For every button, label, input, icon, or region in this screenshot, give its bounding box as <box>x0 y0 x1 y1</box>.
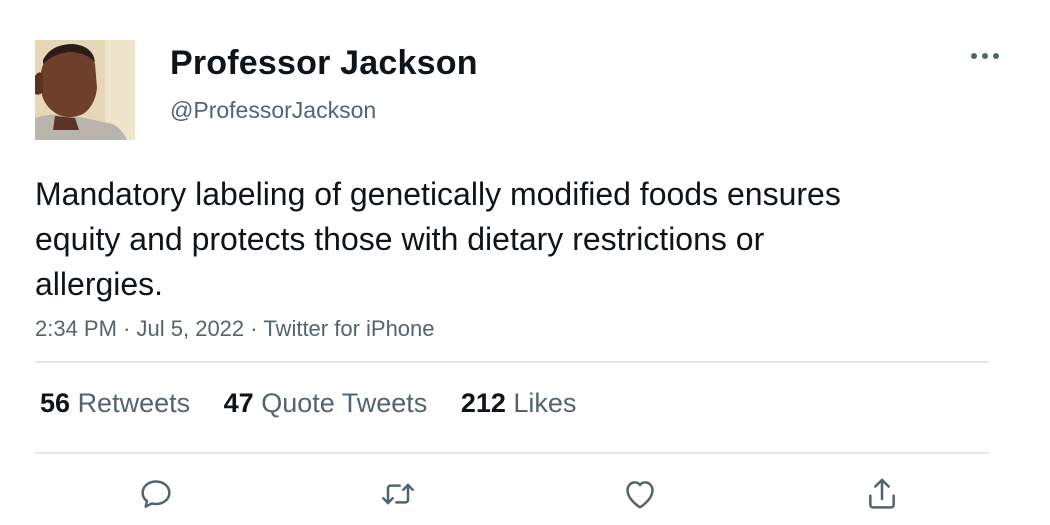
quote-tweets-stat[interactable]: 47 Quote Tweets <box>224 388 428 419</box>
likes-stat[interactable]: 212 Likes <box>461 388 577 419</box>
divider-bottom <box>35 452 989 454</box>
tweet-time[interactable]: 2:34 PM <box>35 316 117 341</box>
avatar[interactable] <box>35 40 135 140</box>
tweet-date[interactable]: Jul 5, 2022 <box>137 316 245 341</box>
more-horizontal-icon <box>971 53 999 59</box>
retweet-icon <box>382 483 414 505</box>
tweet-text: Mandatory labeling of genetically modifi… <box>35 176 841 302</box>
author-handle[interactable]: @ProfessorJackson <box>170 97 376 124</box>
share-icon <box>869 478 895 509</box>
retweet-button[interactable] <box>376 472 420 516</box>
author-display-name[interactable]: Professor Jackson <box>170 44 478 83</box>
divider-top <box>35 361 989 363</box>
share-button[interactable] <box>860 472 904 516</box>
like-button[interactable] <box>618 472 662 516</box>
retweets-count: 56 <box>40 388 71 418</box>
tweet-meta: 2:34 PM · Jul 5, 2022 · Twitter for iPho… <box>35 316 435 342</box>
heart-icon <box>626 481 654 509</box>
retweets-stat[interactable]: 56 Retweets <box>40 388 190 419</box>
reply-icon <box>141 480 171 508</box>
likes-label: Likes <box>513 388 577 418</box>
avatar-photo <box>35 40 135 140</box>
quote-tweets-label: Quote Tweets <box>261 388 428 418</box>
reply-button[interactable] <box>134 472 178 516</box>
meta-separator: · <box>123 316 131 341</box>
more-options-button[interactable] <box>968 44 1002 68</box>
tweet-stats: 56 Retweets 47 Quote Tweets 212 Likes <box>40 388 602 419</box>
likes-count: 212 <box>460 388 506 418</box>
meta-separator: · <box>250 316 258 341</box>
tweet-source[interactable]: Twitter for iPhone <box>263 316 434 341</box>
retweets-label: Retweets <box>77 388 191 418</box>
quote-tweets-count: 47 <box>223 388 254 418</box>
tweet-card: Professor Jackson @ProfessorJackson Mand… <box>0 0 1050 525</box>
